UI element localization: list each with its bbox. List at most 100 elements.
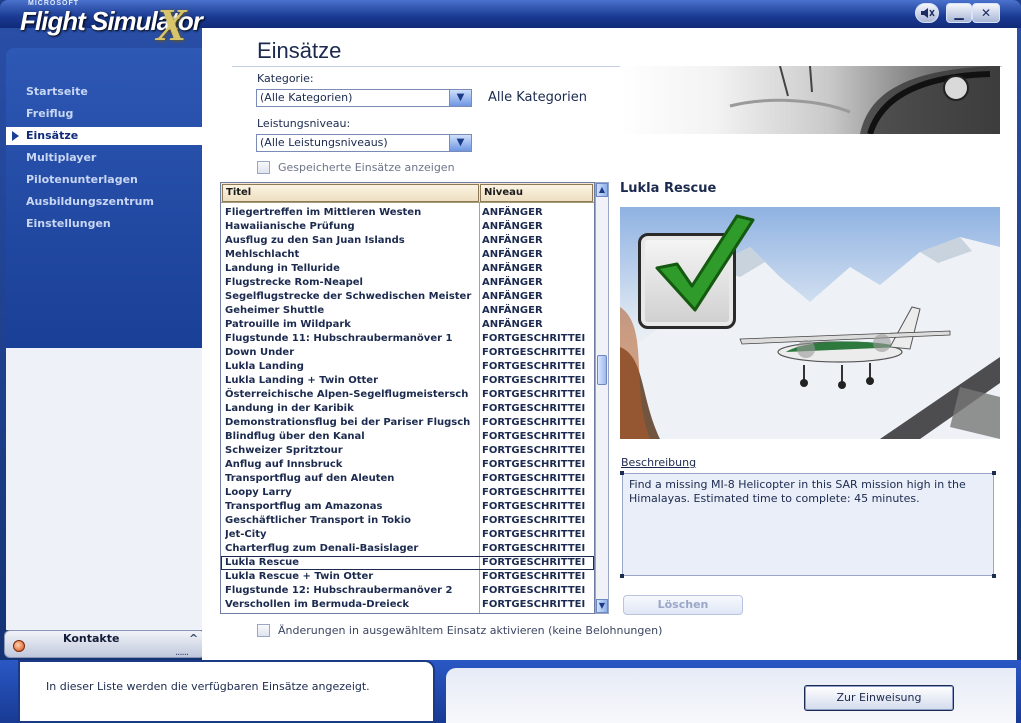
mission-level-cell: ANFÄNGER xyxy=(482,291,543,302)
desc-box-corner xyxy=(992,574,996,578)
mission-title-cell: Fliegertreffen im Mittleren Westen xyxy=(225,207,422,218)
dropdown-arrow-icon[interactable]: ▼ xyxy=(449,90,471,106)
resize-grip-icon: ...... xyxy=(175,647,189,658)
mission-title: Lukla Rescue xyxy=(620,181,717,196)
checkmark-icon xyxy=(638,214,755,329)
contacts-bar[interactable]: Kontakte ^ ...... xyxy=(4,630,206,658)
table-row[interactable]: Ausflug zu den San Juan Islands ANFÄNGER xyxy=(221,234,594,248)
table-row[interactable]: Fliegertreffen im Mittleren Westen ANFÄNG… xyxy=(221,206,594,220)
mission-title-cell: Patrouille im Wildpark xyxy=(225,319,351,330)
mission-title-cell: Flugstrecke Rom-Neapel xyxy=(225,277,363,288)
table-row[interactable]: Lukla Rescue + Twin Otter FORTGESCHRITTEI xyxy=(221,570,594,584)
mission-title-cell: Verschollen im Bermuda-Dreieck xyxy=(225,599,410,610)
close-icon: ✕ xyxy=(980,6,992,20)
mission-level-cell: ANFÄNGER xyxy=(482,221,543,232)
table-row[interactable]: Demonstrationsflug bei der Pariser Flugs… xyxy=(221,416,594,430)
table-row[interactable]: Flugstunde 12: Hubschraubermanöver 2 FORT… xyxy=(221,584,594,598)
table-row[interactable]: Lukla Landing + Twin Otter FORTGESCHRITTE… xyxy=(221,374,594,388)
category-heading: Alle Kategorien xyxy=(488,90,588,105)
table-row[interactable]: Verschollen im Bermuda-Dreieck FORTGESCHR… xyxy=(221,598,594,612)
sidebar-item-ausbildungszentrum[interactable]: Ausbildungszentrum xyxy=(6,193,202,211)
mission-level-cell: FORTGESCHRITTEI xyxy=(482,417,586,428)
table-row[interactable]: Schweizer Spritztour FORTGESCHRITTEI xyxy=(221,444,594,458)
minimize-button[interactable]: ▁ xyxy=(946,3,972,23)
enable-changes-label: Änderungen in ausgewähltem Einsatz aktiv… xyxy=(278,624,663,637)
table-row[interactable]: Lukla Landing FORTGESCHRITTEI xyxy=(221,360,594,374)
table-row[interactable]: Landung in Telluride ANFÄNGER xyxy=(221,262,594,276)
chevron-up-icon[interactable]: ^ xyxy=(189,632,198,645)
mission-title-cell: Flugstunde 11: Hubschraubermanöver 1 xyxy=(225,333,453,344)
table-row[interactable]: Charterflug zum Denali-Basislager FORTGES… xyxy=(221,542,594,556)
table-row[interactable]: Hawaiianische Prüfung ANFÄNGER xyxy=(221,220,594,234)
mission-level-cell: FORTGESCHRITTEI xyxy=(482,347,586,358)
status-text: In dieser Liste werden die verfügbaren E… xyxy=(46,680,370,693)
sidebar-item-einsaetze[interactable]: Einsätze xyxy=(6,127,202,145)
table-row[interactable]: Patrouille im Wildpark ANFÄNGER xyxy=(221,318,594,332)
mission-title-cell: Demonstrationsflug bei der Pariser Flugs… xyxy=(225,417,471,428)
column-header-title[interactable]: Titel xyxy=(222,184,479,202)
mission-level-cell: FORTGESCHRITTEI xyxy=(482,515,586,526)
table-row[interactable]: Blindflug über den Kanal FORTGESCHRITTEI xyxy=(221,430,594,444)
level-select[interactable]: (Alle Leistungsniveaus) ▼ xyxy=(256,134,472,152)
enable-changes-checkbox[interactable] xyxy=(257,624,270,637)
table-row[interactable]: Transportflug auf den Aleuten FORTGESCHRI… xyxy=(221,472,594,486)
mission-title-cell: Transportflug auf den Aleuten xyxy=(225,473,395,484)
dropdown-arrow-icon[interactable]: ▼ xyxy=(449,135,471,151)
table-row[interactable]: Geheimer Shuttle ANFÄNGER xyxy=(221,304,594,318)
table-row[interactable]: Anflug auf Innsbruck FORTGESCHRITTEI xyxy=(221,458,594,472)
sidebar-item-multiplayer[interactable]: Multiplayer xyxy=(6,149,202,167)
mission-title-cell: Anflug auf Innsbruck xyxy=(225,459,343,470)
close-button[interactable]: ✕ xyxy=(972,3,1000,23)
mission-title-cell: Transportflug am Amazonas xyxy=(225,501,383,512)
scroll-thumb[interactable] xyxy=(597,355,607,385)
mission-preview-image xyxy=(620,207,1000,439)
mission-level-cell: FORTGESCHRITTEI xyxy=(482,403,586,414)
mission-title-cell: Jet-City xyxy=(225,529,267,540)
mission-title-cell: Geheimer Shuttle xyxy=(225,305,325,316)
level-label: Leistungsniveau: xyxy=(257,117,351,130)
description-text: Find a missing MI-8 Helicopter in this S… xyxy=(622,473,994,576)
table-row[interactable]: Down Under FORTGESCHRITTEI xyxy=(221,346,594,360)
header-banner-image xyxy=(620,66,1000,134)
mission-title-cell: Lukla Rescue + Twin Otter xyxy=(225,571,374,582)
contacts-label: Kontakte xyxy=(63,632,120,645)
mission-level-cell: ANFÄNGER xyxy=(482,277,543,288)
sidebar-item-freiflug[interactable]: Freiflug xyxy=(6,105,202,123)
mission-level-cell: FORTGESCHRITTEI xyxy=(482,487,586,498)
scroll-down-icon[interactable]: ▼ xyxy=(596,599,608,613)
column-header-level[interactable]: Niveau xyxy=(480,184,593,202)
table-row[interactable]: Flugstrecke Rom-Neapel ANFÄNGER xyxy=(221,276,594,290)
table-row[interactable]: Landung in der Karibik FORTGESCHRITTEI xyxy=(221,402,594,416)
mission-title-cell: Segelflugstrecke der Schwedischen Meiste… xyxy=(225,291,472,302)
delete-button[interactable]: Löschen xyxy=(623,595,743,615)
mission-title-cell: Österreichische Alpen-Segelflugmeistersc… xyxy=(225,389,469,400)
table-row[interactable]: Flugstunde 11: Hubschraubermanöver 1 FORT… xyxy=(221,332,594,346)
desc-box-corner xyxy=(620,574,624,578)
table-row[interactable]: Transportflug am Amazonas FORTGESCHRITTEI xyxy=(221,500,594,514)
briefing-button[interactable]: Zur Einweisung xyxy=(804,685,954,711)
table-scrollbar[interactable]: ▲ ▼ xyxy=(595,182,609,614)
category-select[interactable]: (Alle Kategorien) ▼ xyxy=(256,89,472,107)
table-row[interactable]: Mehlschlacht ANFÄNGER xyxy=(221,248,594,262)
table-row[interactable]: Loopy Larry FORTGESCHRITTEI xyxy=(221,486,594,500)
mission-title-cell: Landung in der Karibik xyxy=(225,403,354,414)
table-row[interactable]: Segelflugstrecke der Schwedischen Meiste… xyxy=(221,290,594,304)
sidebar-item-einstellungen[interactable]: Einstellungen xyxy=(6,215,202,233)
mission-level-cell: FORTGESCHRITTEI xyxy=(482,543,586,554)
scroll-up-icon[interactable]: ▲ xyxy=(596,183,608,197)
mission-title-cell: Loopy Larry xyxy=(225,487,292,498)
show-saved-checkbox[interactable] xyxy=(257,161,270,174)
mission-level-cell: ANFÄNGER xyxy=(482,207,543,218)
table-row[interactable]: Jet-City FORTGESCHRITTEI xyxy=(221,528,594,542)
mission-title-cell: Down Under xyxy=(225,347,295,358)
table-row[interactable]: Geschäftlicher Transport in Tokio FORTGES… xyxy=(221,514,594,528)
sidebar-item-pilotenunterlagen[interactable]: Pilotenunterlagen xyxy=(6,171,202,189)
missions-table[interactable]: Titel Niveau Fliegertreffen im Mittleren… xyxy=(220,182,595,614)
sound-toggle-button[interactable] xyxy=(915,3,939,23)
table-row-selected[interactable]: Lukla Rescue FORTGESCHRITTEI xyxy=(221,556,594,570)
table-row[interactable]: Österreichische Alpen-Segelflugmeistersc… xyxy=(221,388,594,402)
speaker-muted-icon xyxy=(921,8,935,18)
mission-level-cell: FORTGESCHRITTEI xyxy=(482,571,586,582)
mission-title-cell: Lukla Rescue xyxy=(225,557,300,568)
sidebar-item-startseite[interactable]: Startseite xyxy=(6,83,202,101)
